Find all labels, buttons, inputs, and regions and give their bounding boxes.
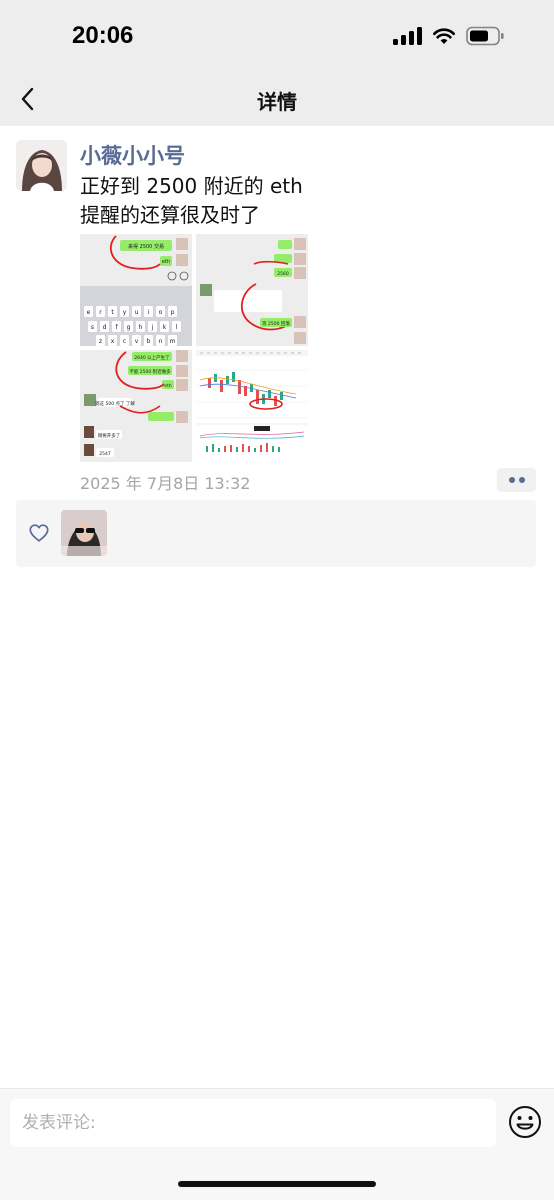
nav-bar: 详情	[0, 72, 554, 126]
status-icons	[393, 26, 506, 46]
emoji-icon[interactable]	[508, 1105, 542, 1139]
keyboard-key: y	[123, 309, 127, 316]
keyboard-key: m	[170, 338, 176, 345]
battery-icon	[466, 26, 504, 46]
post-image[interactable]: 2640 以上产生了 不能 2500 附近做多 eth 到这 500 点了 了解…	[80, 350, 192, 462]
more-options-button[interactable]	[497, 468, 536, 492]
post-image[interactable]: 来得 2500 交易 eth e r t y u i o p s d f g h…	[80, 234, 192, 346]
author-name[interactable]: 小薇小小号	[80, 140, 185, 170]
keyboard-key: b	[147, 338, 151, 345]
post-timestamp: 2025 年 7月8日 13:32	[80, 474, 251, 493]
keyboard-key: c	[123, 338, 126, 345]
chat-bubble-text: 不能 2500 附近做多	[129, 368, 171, 375]
chat-reply-text: 2547	[99, 451, 111, 457]
keyboard-key: e	[87, 309, 91, 316]
post-image[interactable]: 2560 等 2500 回落	[196, 234, 308, 346]
chat-reply-text: 刚要开多了	[98, 432, 121, 439]
dot-icon	[508, 477, 515, 483]
keyboard-key: h	[139, 324, 143, 331]
page-title: 详情	[257, 90, 297, 114]
comment-input[interactable]	[10, 1099, 496, 1147]
keyboard-key: o	[159, 309, 163, 316]
keyboard-key: j	[151, 324, 154, 331]
author-avatar[interactable]	[16, 140, 67, 191]
keyboard-key: n	[159, 338, 163, 345]
image-grid: 来得 2500 交易 eth e r t y u i o p s d f g h…	[80, 234, 310, 464]
chat-bubble-text: 2560	[277, 271, 289, 277]
keyboard-key: x	[111, 338, 115, 345]
wifi-icon	[433, 28, 455, 44]
status-time: 20:06	[72, 22, 134, 49]
likes-panel	[16, 500, 536, 567]
chat-bubble-text: 来得 2500 交易	[128, 243, 164, 250]
chat-bubble-text: eth	[162, 259, 170, 265]
post-text-line: 正好到 2500 附近的 eth	[80, 174, 303, 198]
keyboard-key: s	[91, 324, 94, 331]
post-text-line: 提醒的还算很及时了	[80, 203, 260, 227]
chat-reply-text: 到这 500 点了 了解	[95, 400, 135, 407]
chat-bubble-text: 等 2500 回落	[262, 320, 290, 327]
chat-bubble-text: eth	[164, 383, 172, 389]
keyboard-key: v	[135, 338, 139, 345]
keyboard-key: p	[171, 309, 175, 316]
keyboard-key: k	[163, 324, 167, 331]
keyboard-key: z	[99, 338, 102, 345]
home-indicator	[178, 1181, 376, 1187]
post-image[interactable]	[196, 350, 308, 462]
status-bar: 20:06	[0, 0, 554, 72]
keyboard-key: d	[103, 324, 107, 331]
liker-avatar[interactable]	[61, 510, 107, 556]
chat-bubble-text: 2640 以上产生了	[134, 354, 170, 361]
post-text: 正好到 2500 附近的 eth 提醒的还算很及时了	[80, 172, 520, 230]
keyboard-key: u	[135, 309, 139, 316]
cellular-signal-icon	[393, 27, 422, 45]
heart-outline-icon	[29, 524, 49, 542]
keyboard-key: g	[127, 324, 131, 331]
dot-icon	[518, 477, 525, 483]
